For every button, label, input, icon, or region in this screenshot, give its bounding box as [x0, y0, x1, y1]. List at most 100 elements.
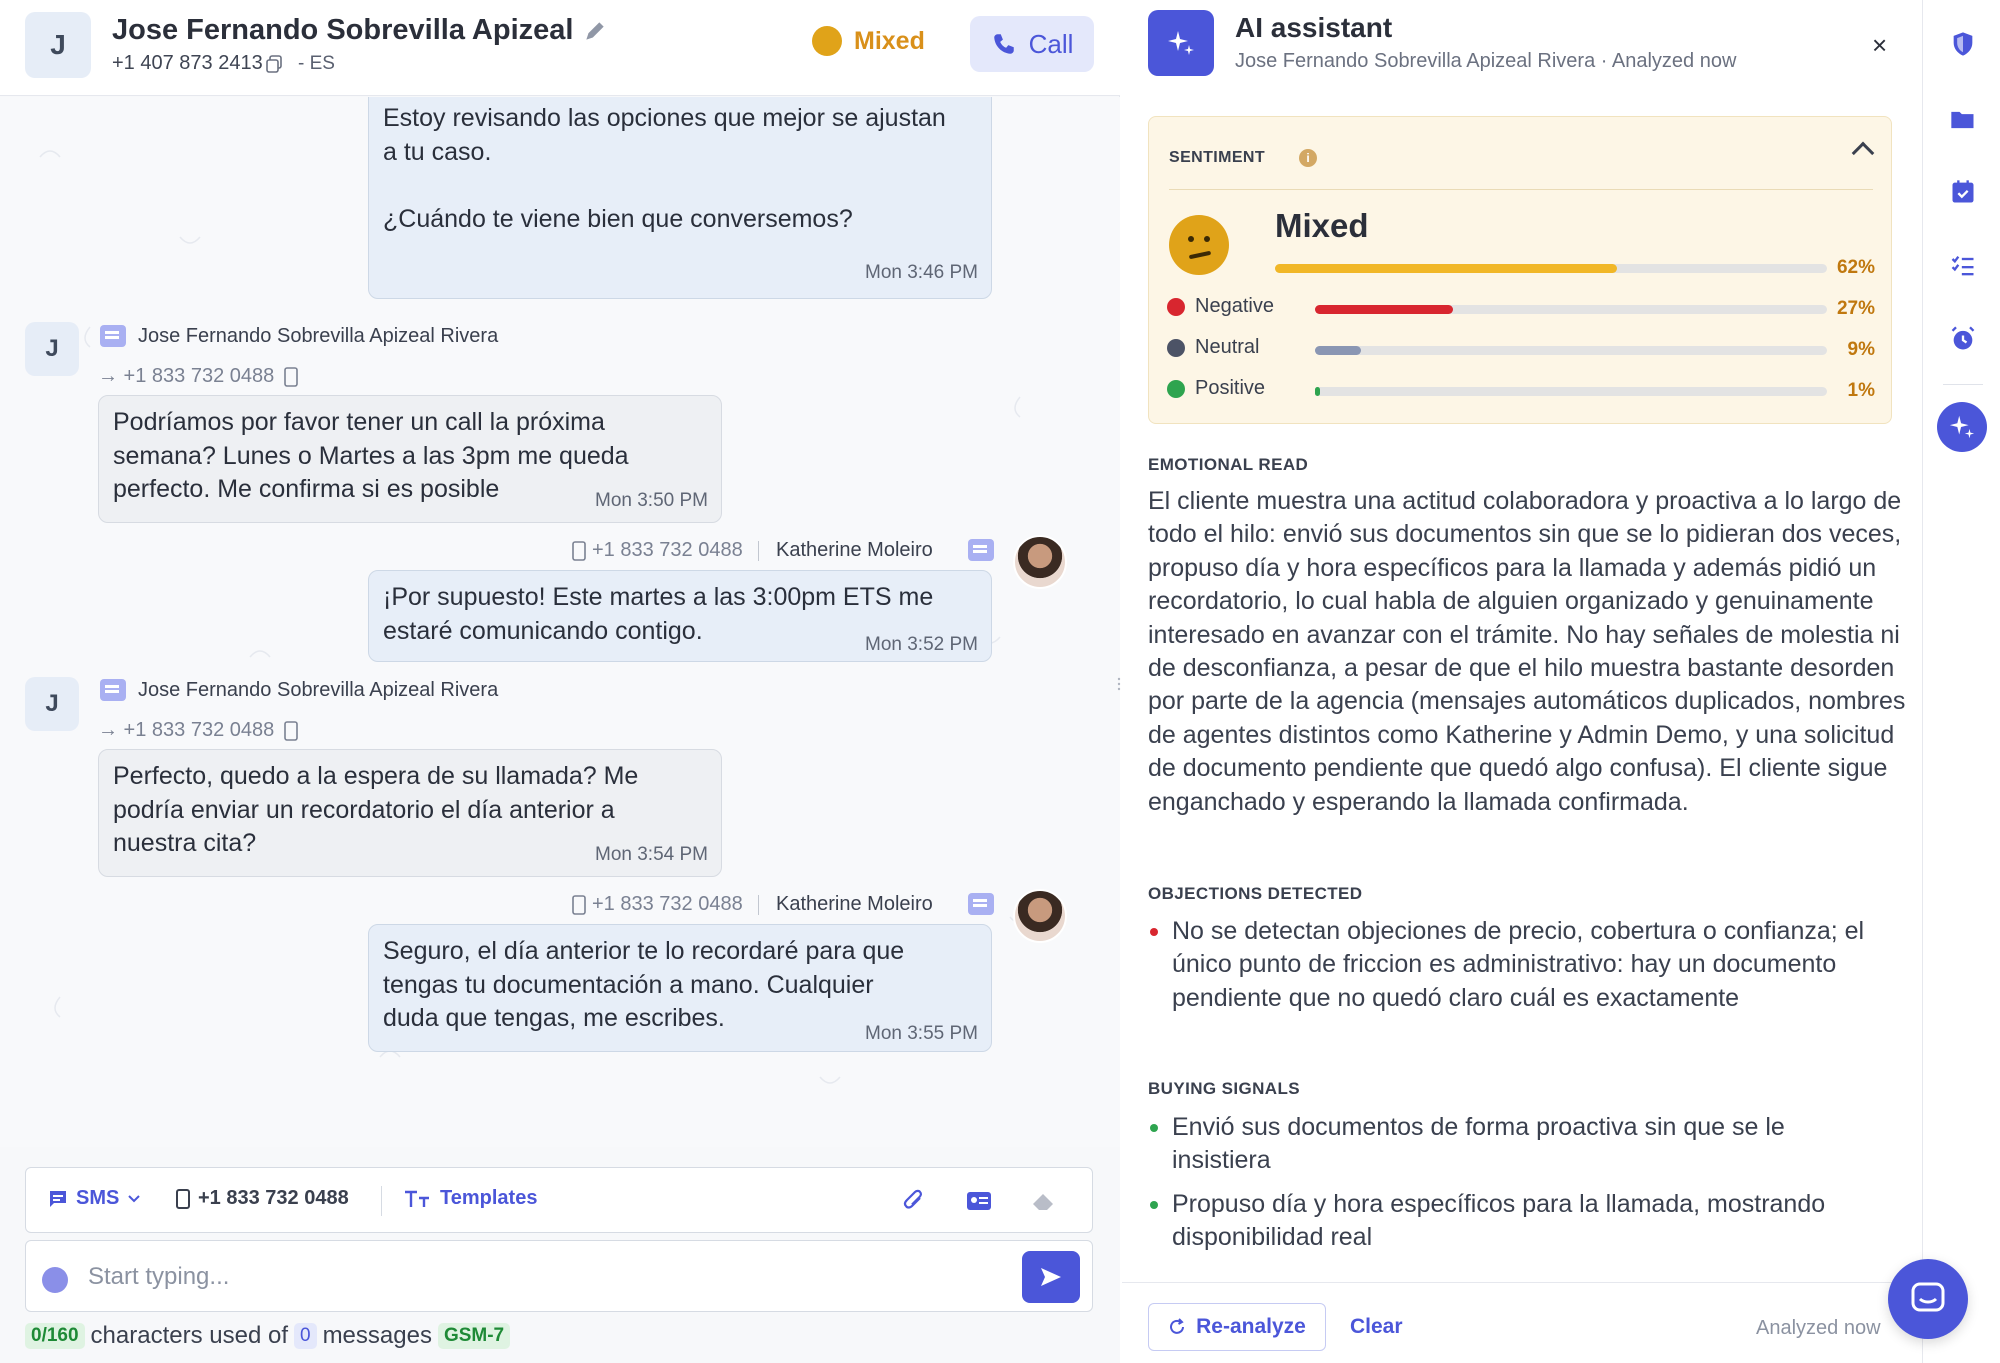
contact-name: Jose Fernando Sobrevilla Apizeal — [112, 14, 574, 46]
pane-resize-handle[interactable] — [1117, 676, 1121, 692]
call-button[interactable]: Call — [970, 16, 1094, 72]
chat-bubble-icon — [1911, 1282, 1945, 1312]
chevron-up-icon[interactable] — [1851, 141, 1875, 165]
sentiment-chip-label: Mixed — [854, 26, 925, 55]
send-button[interactable] — [1022, 1251, 1080, 1303]
reanalyze-label: Re-analyze — [1196, 1315, 1306, 1338]
alarm-clock-icon[interactable] — [1949, 325, 1977, 353]
overall-sentiment-pct: 62% — [1836, 257, 1875, 278]
reanalyze-button[interactable]: Re-analyze — [1148, 1303, 1326, 1351]
recipient-phone: → +1 833 732 0488 — [98, 365, 275, 387]
negative-bar-fill — [1315, 305, 1454, 314]
positive-bar-fill — [1315, 387, 1321, 396]
meta-divider — [758, 895, 759, 915]
sentiment-row-positive: Positive — [1167, 377, 1265, 400]
sender-phone: +1 833 732 0488 — [592, 893, 743, 915]
sender-name: Jose Fernando Sobrevilla Apizeal Rivera — [138, 325, 499, 347]
message-bubble-incoming: Perfecto, quedo a la espera de su llamad… — [98, 749, 722, 877]
message-thread[interactable]: Estoy revisando las opciones que mejor s… — [0, 97, 1120, 1147]
sentiment-row-label: Neutral — [1195, 336, 1260, 358]
templates-button[interactable]: Templates — [404, 1187, 537, 1210]
message-time: Mon 3:52 PM — [865, 634, 978, 655]
sms-channel-icon — [968, 539, 994, 561]
message-time: Mon 3:55 PM — [865, 1023, 978, 1044]
ai-sparkle-icon — [1949, 415, 1975, 439]
emotional-read-title: EMOTIONAL READ — [1148, 455, 1309, 474]
negative-face-icon — [1167, 297, 1185, 316]
message-time: Mon 3:46 PM — [865, 262, 978, 283]
ai-sparkle-icon — [1148, 10, 1214, 76]
copy-icon[interactable] — [266, 55, 282, 73]
character-counter: 0/160 characters used of 0 messages GSM-… — [25, 1322, 511, 1350]
agent-name: Katherine Moleiro — [776, 539, 933, 561]
message-bubble-outgoing: Seguro, el día anterior te lo recordaré … — [368, 924, 992, 1052]
channel-selector[interactable]: SMS — [48, 1187, 141, 1210]
clear-button[interactable]: Clear — [1350, 1315, 1403, 1339]
char-count-badge: 0/160 — [25, 1323, 85, 1349]
encoding-badge: GSM-7 — [437, 1323, 511, 1349]
contact-avatar: J — [25, 12, 91, 78]
message-input-box — [25, 1240, 1093, 1312]
message-text: Perfecto, quedo a la espera de su llamad… — [113, 762, 639, 790]
assistant-title: AI assistant — [1235, 12, 1393, 43]
message-text: podría enviar un recordatorio el día ant… — [113, 796, 615, 824]
message-text: estaré comunicando contigo. — [383, 617, 703, 645]
chat-launcher-button[interactable] — [1888, 1259, 1968, 1339]
checklist-icon[interactable] — [1949, 252, 1977, 280]
sentiment-row-neutral: Neutral — [1167, 336, 1259, 359]
sms-channel-icon — [100, 325, 126, 347]
send-icon — [1041, 1268, 1061, 1286]
ai-assistant-rail-button[interactable] — [1937, 402, 1987, 452]
sender-phone: +1 833 732 0488 — [592, 539, 743, 561]
buying-signals-title: BUYING SIGNALS — [1148, 1079, 1301, 1098]
conversation-pane: J Jose Fernando Sobrevilla Apizeal +1 40… — [0, 0, 1120, 1363]
overall-sentiment-fill — [1275, 264, 1618, 273]
from-number-selector[interactable]: +1 833 732 0488 — [176, 1187, 349, 1210]
message-count-badge: 0 — [293, 1323, 317, 1349]
toolbar-divider — [381, 1186, 382, 1216]
sms-channel-icon — [100, 679, 126, 701]
info-icon[interactable]: i — [1299, 149, 1317, 167]
attachment-icon[interactable] — [902, 1188, 926, 1214]
edit-pencil-icon[interactable] — [582, 18, 608, 44]
buying-signal-item: Envió sus documentos de forma proactiva … — [1148, 1111, 1888, 1178]
folder-icon[interactable] — [1949, 106, 1977, 134]
message-text: semana? Lunes o Martes a las 3pm me qued… — [113, 442, 629, 470]
message-composer: SMS +1 833 732 0488 Templates 0 — [0, 1147, 1120, 1363]
sms-icon — [50, 1190, 66, 1207]
refresh-icon — [1170, 1318, 1185, 1334]
sender-name: Jose Fernando Sobrevilla Apizeal Rivera — [138, 679, 499, 701]
mobile-icon — [176, 1188, 190, 1209]
message-bubble-incoming: Podríamos por favor tener un call la pró… — [98, 395, 722, 523]
message-input[interactable] — [88, 1261, 988, 1293]
text-format-icon — [405, 1190, 429, 1207]
message-text: perfecto. Me confirma si es posible — [113, 475, 500, 503]
message-text: Seguro, el día anterior te lo recordaré … — [383, 937, 905, 965]
sentiment-row-label: Positive — [1195, 377, 1266, 399]
meta-divider — [758, 541, 759, 561]
neutral-bar — [1315, 346, 1827, 355]
channel-label: SMS — [76, 1187, 120, 1209]
card-divider — [1169, 189, 1873, 190]
contact-language: - ES — [298, 53, 335, 74]
sender-avatar: J — [25, 322, 79, 376]
message-text: ¿Cuándo te viene bien que conversemos? — [383, 205, 853, 233]
agent-name: Katherine Moleiro — [776, 893, 933, 915]
sentiment-chip[interactable]: Mixed — [812, 26, 925, 56]
positive-pct: 1% — [1847, 380, 1875, 401]
emoji-icon[interactable] — [42, 1267, 68, 1293]
close-icon[interactable]: × — [1872, 30, 1887, 61]
neutral-face-icon — [1167, 338, 1185, 357]
message-text: Estoy revisando las opciones que mejor s… — [383, 104, 946, 132]
templates-label: Templates — [440, 1187, 538, 1209]
agent-avatar — [1013, 889, 1067, 943]
call-button-label: Call — [1028, 28, 1074, 59]
sentiment-card: SENTIMENT i Mixed 62% Negative 27% Neutr… — [1148, 116, 1892, 424]
overall-sentiment-label: Mixed — [1275, 207, 1369, 244]
calendar-check-icon[interactable] — [1949, 178, 1977, 206]
eraser-icon[interactable] — [1030, 1190, 1056, 1212]
shield-icon[interactable] — [1949, 30, 1977, 58]
contact-card-icon[interactable] — [966, 1190, 992, 1212]
message-bubble-outgoing: ¡Por supuesto! Este martes a las 3:00pm … — [368, 570, 992, 662]
message-time: Mon 3:50 PM — [595, 490, 708, 511]
